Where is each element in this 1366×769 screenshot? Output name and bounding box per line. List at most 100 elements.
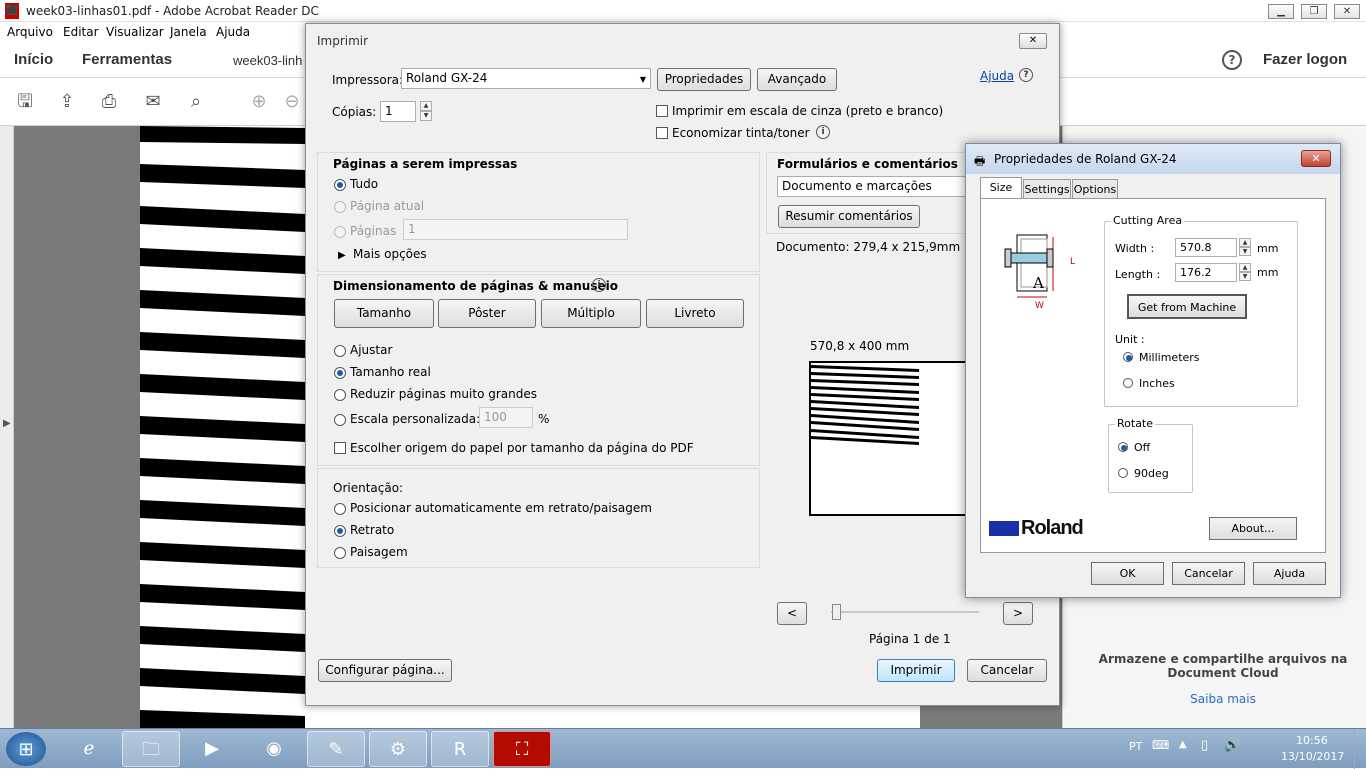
- sizing-info-icon[interactable]: i: [592, 278, 606, 292]
- paper-source-checkbox[interactable]: [334, 442, 346, 454]
- actual-size-radio[interactable]: [334, 367, 346, 379]
- menu-editar[interactable]: Editar: [63, 25, 99, 39]
- left-pane[interactable]: ▶: [0, 126, 14, 728]
- save-ink-checkbox[interactable]: [656, 127, 668, 139]
- roland-ok-button[interactable]: OK: [1091, 562, 1164, 585]
- roland-close-button[interactable]: ✕: [1301, 150, 1331, 167]
- menu-ajuda[interactable]: Ajuda: [216, 25, 250, 39]
- save-ink-info-icon[interactable]: i: [816, 125, 830, 139]
- upload-icon[interactable]: ⇪: [55, 90, 79, 114]
- all-pages-radio[interactable]: [334, 179, 346, 191]
- login-link[interactable]: Fazer logon: [1263, 51, 1347, 68]
- minimize-button[interactable]: ▁: [1268, 4, 1294, 19]
- help-link[interactable]: Ajuda: [980, 69, 1014, 83]
- expand-triangle-icon[interactable]: ▶: [338, 250, 346, 261]
- inches-radio[interactable]: [1123, 378, 1133, 388]
- print-icon[interactable]: ⎙: [97, 90, 121, 114]
- get-from-machine-button[interactable]: Get from Machine: [1127, 294, 1247, 319]
- length-up-button[interactable]: ▲: [1239, 263, 1251, 272]
- advanced-button[interactable]: Avançado: [757, 68, 837, 91]
- about-button[interactable]: About...: [1209, 517, 1297, 540]
- cancel-button[interactable]: Cancelar: [967, 659, 1047, 682]
- poster-button[interactable]: Pôster: [438, 299, 536, 328]
- print-button[interactable]: Imprimir: [877, 659, 955, 682]
- auto-orient-radio[interactable]: [334, 503, 346, 515]
- custom-scale-radio[interactable]: [334, 414, 346, 426]
- close-button[interactable]: ✕: [1334, 4, 1360, 19]
- pages-range-input[interactable]: 1: [403, 219, 628, 240]
- volume-icon[interactable]: 🔊: [1224, 738, 1240, 753]
- multiple-button[interactable]: Múltiplo: [541, 299, 641, 328]
- size-button[interactable]: Tamanho: [334, 299, 434, 328]
- rotate-90-radio[interactable]: [1118, 468, 1128, 478]
- next-page-button[interactable]: >: [1003, 602, 1033, 625]
- millimeters-radio[interactable]: [1123, 352, 1133, 362]
- current-page-radio[interactable]: [334, 201, 346, 213]
- help-icon[interactable]: ?: [1222, 50, 1242, 70]
- fit-radio[interactable]: [334, 345, 346, 357]
- clock-date[interactable]: 13/10/2017: [1281, 750, 1344, 763]
- notes-icon[interactable]: ✎: [307, 731, 365, 767]
- explorer-icon[interactable]: 🗀: [122, 731, 180, 767]
- menu-visualizar[interactable]: Visualizar: [106, 25, 164, 39]
- nav-tools[interactable]: Ferramentas: [82, 51, 172, 68]
- width-input[interactable]: 570.8: [1175, 238, 1237, 257]
- maximize-button[interactable]: ❐: [1301, 4, 1327, 19]
- print-close-button[interactable]: ✕: [1019, 33, 1047, 49]
- keyboard-icon[interactable]: ⌨: [1152, 738, 1169, 752]
- menu-arquivo[interactable]: Arquivo: [7, 25, 53, 39]
- page-slider-thumb[interactable]: [832, 604, 841, 620]
- previous-page-button[interactable]: <: [777, 602, 807, 625]
- clock-time[interactable]: 10:56: [1296, 734, 1328, 747]
- pages-range-radio[interactable]: [334, 226, 346, 238]
- shrink-radio[interactable]: [334, 389, 346, 401]
- forms-select[interactable]: Documento e marcações: [777, 176, 967, 197]
- battery-icon[interactable]: ▯: [1201, 738, 1208, 753]
- nav-home[interactable]: Início: [14, 51, 53, 68]
- rotate-off-radio[interactable]: [1118, 442, 1128, 452]
- width-up-button[interactable]: ▲: [1239, 238, 1251, 247]
- length-down-button[interactable]: ▼: [1239, 272, 1251, 281]
- chrome-icon[interactable]: ◉: [245, 731, 303, 767]
- page-slider-track[interactable]: [831, 611, 979, 613]
- more-options-link[interactable]: Mais opções: [353, 247, 427, 261]
- properties-button[interactable]: Propriedades: [657, 68, 751, 91]
- learn-more-link[interactable]: Saiba mais: [1093, 692, 1353, 706]
- search-icon[interactable]: ⌕: [184, 90, 208, 114]
- page-down-icon[interactable]: ⊖: [280, 90, 304, 114]
- tray-arrow-icon[interactable]: ▲: [1179, 739, 1187, 750]
- landscape-radio[interactable]: [334, 547, 346, 559]
- copies-input[interactable]: 1: [380, 101, 416, 122]
- media-player-icon[interactable]: ▶: [183, 731, 241, 767]
- ie-icon[interactable]: ℯ: [60, 731, 118, 767]
- show-desktop-button[interactable]: [1354, 729, 1366, 769]
- summarize-comments-button[interactable]: Resumir comentários: [778, 205, 920, 228]
- help-info-icon[interactable]: ?: [1019, 68, 1033, 82]
- control-panel-icon[interactable]: ⚙: [369, 731, 427, 767]
- tab-options[interactable]: Options: [1072, 179, 1118, 199]
- width-down-button[interactable]: ▼: [1239, 247, 1251, 256]
- length-input[interactable]: 176.2: [1175, 263, 1237, 282]
- expand-arrow-icon[interactable]: ▶: [3, 418, 11, 429]
- page-up-icon[interactable]: ⊕: [247, 90, 271, 114]
- custom-scale-input[interactable]: 100: [479, 407, 533, 428]
- save-icon[interactable]: 🖫: [13, 90, 37, 114]
- copies-up-button[interactable]: ▲: [420, 101, 432, 111]
- portrait-radio[interactable]: [334, 525, 346, 537]
- start-button[interactable]: ⊞: [6, 732, 46, 766]
- booklet-button[interactable]: Livreto: [646, 299, 744, 328]
- printer-select[interactable]: Roland GX-24 ▼: [401, 68, 651, 89]
- acrobat-icon[interactable]: ⛶: [493, 731, 551, 767]
- menu-janela[interactable]: Janela: [170, 25, 207, 39]
- tab-settings[interactable]: Settings: [1023, 179, 1071, 199]
- tab-size[interactable]: Size: [980, 177, 1022, 199]
- document-tab[interactable]: week03-linh: [233, 53, 302, 68]
- page-setup-button[interactable]: Configurar página...: [318, 659, 452, 682]
- email-icon[interactable]: ✉: [141, 90, 165, 114]
- language-indicator[interactable]: PT: [1129, 740, 1142, 753]
- grayscale-checkbox[interactable]: [656, 105, 668, 117]
- copies-down-button[interactable]: ▼: [420, 111, 432, 121]
- roland-help-button[interactable]: Ajuda: [1253, 562, 1326, 585]
- roland-app-icon[interactable]: R: [431, 731, 489, 767]
- roland-cancel-button[interactable]: Cancelar: [1172, 562, 1245, 585]
